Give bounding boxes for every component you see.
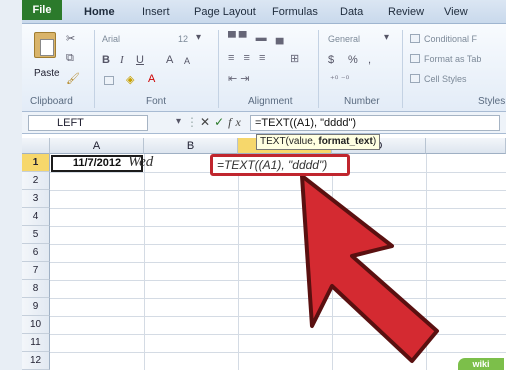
group-divider: [94, 30, 95, 108]
number-group-label: Number: [344, 96, 380, 107]
name-box-dropdown-icon[interactable]: ▾: [176, 116, 181, 127]
decimal-buttons[interactable]: ⁺⁰ ⁻⁰: [330, 74, 349, 85]
cell-d1-formula-highlight[interactable]: =TEXT((A1), "dddd"): [210, 154, 350, 176]
row-header-4[interactable]: 4: [22, 208, 50, 226]
fill-color-icon[interactable]: ◈: [126, 73, 134, 86]
font-size-select[interactable]: 12: [178, 34, 188, 44]
tab-data[interactable]: Data: [340, 6, 363, 18]
row-header-6[interactable]: 6: [22, 244, 50, 262]
tooltip-arg-format-text: format_text: [318, 136, 373, 147]
select-all-corner[interactable]: [22, 138, 50, 154]
tab-file[interactable]: File: [22, 0, 62, 20]
font-name-select[interactable]: Arial: [102, 34, 120, 44]
copy-icon[interactable]: ⧉: [66, 52, 74, 65]
grow-font-button[interactable]: A: [166, 54, 173, 66]
tab-page-layout[interactable]: Page Layout: [194, 6, 256, 18]
conditional-formatting-icon[interactable]: [410, 34, 420, 43]
indent-icons[interactable]: ⇤ ⇥: [228, 72, 250, 85]
row-header-9[interactable]: 9: [22, 298, 50, 316]
tab-formulas[interactable]: Formulas: [272, 6, 318, 18]
group-divider: [218, 30, 219, 108]
function-tooltip: TEXT(value, format_text): [256, 134, 381, 150]
formula-bar: LEFT ▾ ⋮ ✕✓fx =TEXT((A1), "dddd"): [22, 112, 506, 134]
font-size-dropdown-icon[interactable]: ▾: [196, 32, 201, 43]
group-divider: [402, 30, 403, 108]
italic-button[interactable]: I: [120, 54, 124, 66]
percent-button[interactable]: %: [348, 54, 358, 66]
paste-icon[interactable]: [34, 32, 56, 58]
group-divider: [318, 30, 319, 108]
tooltip-function-name: TEXT(: [260, 136, 289, 147]
enter-icon[interactable]: ✓: [214, 115, 228, 129]
tooltip-arg-value: value: [288, 136, 313, 147]
styles-group-label: Styles: [478, 96, 506, 107]
tab-home[interactable]: Home: [84, 6, 115, 18]
row-header-8[interactable]: 8: [22, 280, 50, 298]
watermark-badge: wiki: [458, 358, 504, 370]
bold-button[interactable]: B: [102, 54, 110, 66]
tab-insert[interactable]: Insert: [142, 6, 170, 18]
cell-b1[interactable]: Wed: [128, 154, 153, 171]
format-as-table-button[interactable]: Format as Tab: [424, 54, 481, 64]
row-header-1[interactable]: 1: [22, 154, 50, 172]
column-header-b[interactable]: B: [144, 138, 238, 154]
format-as-table-icon[interactable]: [410, 54, 420, 63]
cell-styles-icon[interactable]: [410, 74, 420, 83]
row-header-10[interactable]: 10: [22, 316, 50, 334]
tab-review[interactable]: Review: [388, 6, 424, 18]
formula-input[interactable]: =TEXT((A1), "dddd"): [250, 115, 500, 131]
row-header-5[interactable]: 5: [22, 226, 50, 244]
comma-button[interactable]: ,: [368, 54, 371, 66]
number-format-dropdown-icon[interactable]: ▾: [384, 32, 389, 43]
shrink-font-button[interactable]: A: [184, 56, 190, 66]
excel-window: File Home Insert Page Layout Formulas Da…: [22, 0, 506, 370]
formula-buttons: ✕✓fx: [200, 115, 245, 130]
row-header-7[interactable]: 7: [22, 262, 50, 280]
row-header-2[interactable]: 2: [22, 172, 50, 190]
formula-bar-grip-icon: ⋮: [186, 115, 198, 129]
column-header-a[interactable]: A: [50, 138, 144, 154]
format-painter-icon[interactable]: 🖌: [66, 72, 80, 85]
conditional-formatting-button[interactable]: Conditional F: [424, 34, 477, 44]
currency-button[interactable]: $: [328, 54, 334, 66]
tooltip-close-paren: ): [372, 136, 377, 147]
clipboard-group-label: Clipboard: [30, 96, 73, 107]
cancel-icon[interactable]: ✕: [200, 115, 214, 129]
row-header-12[interactable]: 12: [22, 352, 50, 370]
paste-button[interactable]: Paste: [34, 68, 60, 79]
font-group-label: Font: [146, 96, 167, 107]
pointer-arrow-icon: [300, 176, 439, 363]
fx-icon[interactable]: fx: [228, 115, 245, 129]
number-format-select[interactable]: General: [328, 34, 360, 44]
cell-styles-button[interactable]: Cell Styles: [424, 74, 467, 84]
ribbon-tab-bar: File Home Insert Page Layout Formulas Da…: [22, 0, 506, 24]
alignment-group-label: Alignment: [248, 96, 293, 107]
row-header-11[interactable]: 11: [22, 334, 50, 352]
row-header-3[interactable]: 3: [22, 190, 50, 208]
merge-center-icon[interactable]: ⊞: [290, 52, 299, 65]
horizontal-align-icons[interactable]: ≡ ≡ ≡: [228, 52, 268, 64]
tab-view[interactable]: View: [444, 6, 468, 18]
name-box[interactable]: LEFT: [28, 115, 148, 131]
font-color-icon[interactable]: A: [148, 73, 155, 85]
borders-icon[interactable]: [104, 76, 114, 85]
vertical-align-icons[interactable]: ▀▀ ▬ ▄: [228, 32, 287, 44]
column-header-e[interactable]: [426, 138, 506, 154]
underline-button[interactable]: U: [136, 54, 144, 66]
ribbon: Paste ✂ ⧉ 🖌 Clipboard Arial 12 ▾ B I U A…: [22, 24, 506, 112]
cut-icon[interactable]: ✂: [66, 32, 75, 45]
